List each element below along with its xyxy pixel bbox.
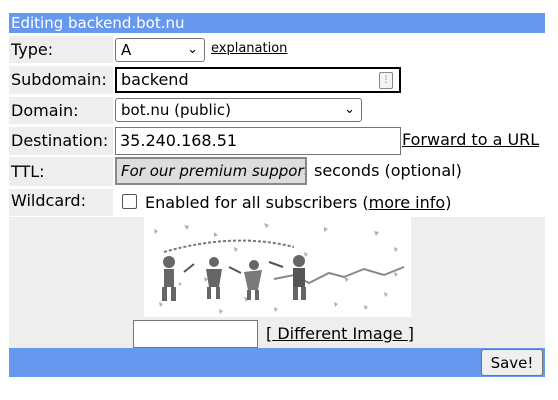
type-select-value: A — [121, 41, 132, 59]
ttl-value: For our premium support — [121, 162, 307, 180]
wildcard-row: Wildcard: Enabled for all subscribers (m… — [9, 189, 545, 216]
captcha-area: [ Different Image ] — [9, 217, 545, 348]
bracket-close: ] — [407, 324, 414, 343]
domain-select-value: bot.nu (public) — [121, 101, 231, 119]
subdomain-label: Subdomain: — [9, 66, 113, 94]
subdomain-input[interactable]: backend ⋮ — [115, 67, 401, 93]
save-button[interactable]: Save! — [481, 349, 543, 376]
forward-to-url-link[interactable]: Forward to a URL — [402, 130, 539, 149]
ttl-input: For our premium support — [115, 157, 307, 185]
chevron-down-icon: ⌄ — [187, 42, 198, 57]
ttl-row: TTL: For our premium support seconds (op… — [9, 157, 545, 186]
subdomain-value: backend — [121, 70, 189, 89]
domain-select[interactable]: bot.nu (public) ⌄ — [115, 98, 362, 122]
form-title: Editing backend.bot.nu — [9, 13, 545, 33]
more-info-link[interactable]: more info — [369, 193, 446, 212]
chevron-down-icon: ⌄ — [344, 102, 355, 117]
close-paren: ) — [445, 193, 452, 212]
ttl-suffix: seconds (optional) — [314, 161, 462, 180]
destination-input[interactable]: 35.240.168.51 — [115, 127, 401, 155]
captcha-graphic — [154, 223, 405, 314]
domain-label: Domain: — [9, 97, 113, 124]
captcha-input[interactable] — [133, 320, 258, 348]
type-label: Type: — [9, 36, 113, 63]
ttl-label: TTL: — [9, 157, 113, 186]
destination-value: 35.240.168.51 — [120, 131, 238, 150]
captcha-image — [144, 217, 411, 317]
domain-row: Domain: bot.nu (public) ⌄ — [9, 97, 545, 124]
wildcard-label: Wildcard: — [9, 189, 113, 216]
different-image-link[interactable]: Different Image — [272, 324, 407, 343]
different-image-control: [ Different Image ] — [266, 324, 414, 343]
type-select[interactable]: A ⌄ — [115, 38, 205, 62]
type-row: Type: A ⌄ explanation — [9, 36, 545, 63]
explanation-link[interactable]: explanation — [211, 41, 287, 56]
destination-label: Destination: — [9, 127, 113, 155]
autofill-icon[interactable]: ⋮ — [379, 72, 393, 89]
wildcard-text: Enabled for all subscribers (more info) — [145, 193, 451, 212]
subdomain-row: Subdomain: backend ⋮ — [9, 66, 545, 94]
wildcard-checkbox[interactable] — [122, 194, 137, 209]
footer-bar: Save! — [9, 348, 545, 377]
wildcard-checkbox-text: Enabled for all subscribers ( — [145, 193, 369, 212]
destination-row: Destination: 35.240.168.51 Forward to a … — [9, 127, 545, 155]
